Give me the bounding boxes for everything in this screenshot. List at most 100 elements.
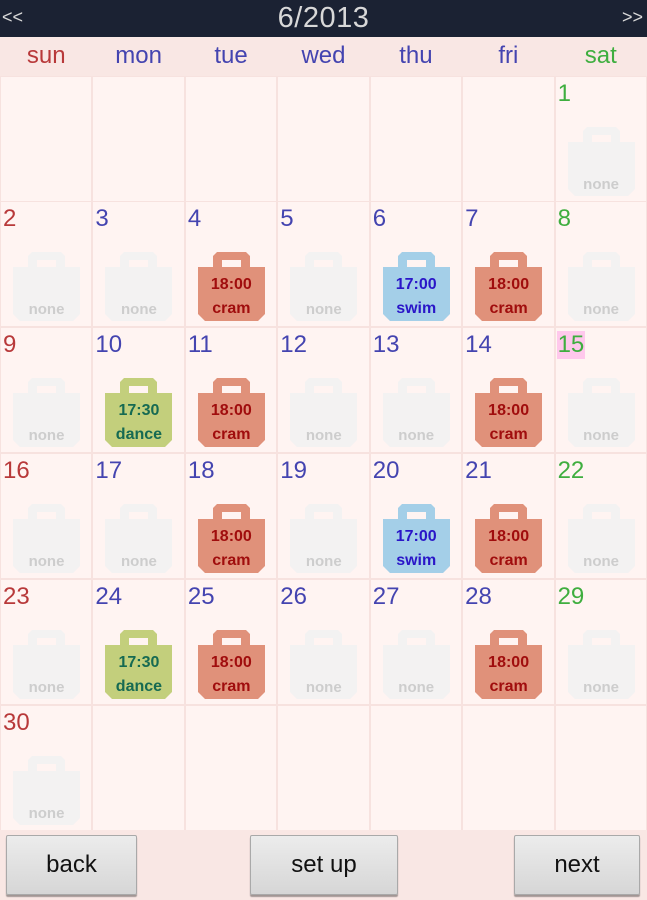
day-cell-21[interactable]: 21 18:00 cram xyxy=(463,454,554,578)
event-name: dance xyxy=(115,426,163,443)
empty-bag-icon: none xyxy=(382,630,450,699)
day-number: 8 xyxy=(557,205,571,232)
weekday-tue: tue xyxy=(214,42,248,69)
empty-cell xyxy=(278,77,369,201)
event-name: cram xyxy=(489,426,528,443)
event-bag-swim: 17:00 swim xyxy=(382,504,450,573)
day-cell-7[interactable]: 7 18:00 cram xyxy=(463,202,554,326)
event-name: cram xyxy=(489,552,528,569)
event-bag-cram: 18:00 cram xyxy=(475,378,543,447)
empty-cell xyxy=(370,77,462,201)
day-cell-12[interactable]: 12 none xyxy=(278,328,369,452)
event-time: 17:00 xyxy=(395,528,437,545)
none-label: none xyxy=(583,301,619,318)
day-number: 30 xyxy=(3,709,30,736)
day-cell-4[interactable]: 4 18:00 cram xyxy=(185,202,277,326)
weekday-sat: sat xyxy=(584,42,617,69)
day-cell-19[interactable]: 19 none xyxy=(278,454,369,578)
day-cell-20[interactable]: 20 17:00 swim xyxy=(370,454,462,578)
day-number: 5 xyxy=(280,205,294,232)
day-cell-26[interactable]: 26 none xyxy=(278,580,369,704)
day-number: 12 xyxy=(280,331,307,358)
none-label: none xyxy=(398,427,435,444)
month-header: << 6/2013 >> xyxy=(0,0,647,37)
day-cell-1[interactable]: 1 none xyxy=(555,77,646,201)
day-cell-2[interactable]: 2 none xyxy=(1,202,92,326)
empty-bag-icon: none xyxy=(290,630,358,699)
day-number: 22 xyxy=(557,457,585,484)
day-number: 2 xyxy=(3,205,17,232)
day-cell-14[interactable]: 14 18:00 cram xyxy=(463,328,554,452)
day-cell-8[interactable]: 8 none xyxy=(555,202,646,326)
event-time: 17:30 xyxy=(118,402,160,419)
day-cell-18[interactable]: 18 18:00 cram xyxy=(185,454,277,578)
day-cell-3[interactable]: 3 none xyxy=(93,202,184,326)
day-cell-6[interactable]: 6 17:00 swim xyxy=(370,202,462,326)
back-button[interactable]: back xyxy=(6,835,137,895)
event-time: 18:00 xyxy=(488,402,530,419)
event-bag-cram: 18:00 cram xyxy=(197,504,265,573)
day-cell-22[interactable]: 22 none xyxy=(555,454,646,578)
none-label: none xyxy=(28,427,65,444)
day-number: 26 xyxy=(280,583,307,610)
weekday-mon: mon xyxy=(115,42,162,69)
day-number: 9 xyxy=(3,331,17,358)
day-number: 10 xyxy=(95,331,123,358)
none-label: none xyxy=(305,553,342,570)
day-cell-28[interactable]: 28 18:00 cram xyxy=(463,580,554,704)
none-label: none xyxy=(121,553,157,570)
none-label: none xyxy=(121,301,157,318)
empty-bag-icon: none xyxy=(105,504,173,573)
event-bag-dance: 17:30 dance xyxy=(105,378,173,447)
day-cell-24[interactable]: 24 17:30 dance xyxy=(93,580,184,704)
day-cell-30[interactable]: 30 none xyxy=(1,706,92,830)
day-cell-16[interactable]: 16 none xyxy=(1,454,92,578)
day-cell-11[interactable]: 11 18:00 cram xyxy=(185,328,277,452)
bottom-toolbar: back set up next xyxy=(0,830,647,900)
day-cell-17[interactable]: 17 none xyxy=(93,454,184,578)
empty-bag-icon: none xyxy=(567,127,635,196)
event-time: 18:00 xyxy=(488,654,530,671)
day-cell-25[interactable]: 25 18:00 cram xyxy=(185,580,277,704)
day-number: 19 xyxy=(280,457,307,484)
none-label: none xyxy=(583,679,619,696)
empty-bag-icon: none xyxy=(290,504,358,573)
month-title: 6/2013 xyxy=(277,2,370,34)
day-cell-27[interactable]: 27 none xyxy=(370,580,462,704)
empty-bag-icon: none xyxy=(13,378,80,447)
day-cell-9[interactable]: 9 none xyxy=(1,328,92,452)
none-label: none xyxy=(305,427,342,444)
event-bag-cram: 18:00 cram xyxy=(475,252,543,321)
event-bag-cram: 18:00 cram xyxy=(197,630,265,699)
day-number: 16 xyxy=(3,457,30,484)
event-time: 18:00 xyxy=(488,276,530,293)
day-number: 27 xyxy=(372,583,400,610)
day-cell-10[interactable]: 10 17:30 dance xyxy=(93,328,184,452)
event-time: 18:00 xyxy=(488,528,530,545)
next-month-button[interactable]: >> xyxy=(622,7,643,28)
day-number: 11 xyxy=(187,331,213,358)
day-number: 15 xyxy=(556,331,586,359)
day-number: 4 xyxy=(187,205,202,232)
empty-cell xyxy=(463,77,554,201)
none-label: none xyxy=(583,427,619,444)
empty-cell xyxy=(278,706,369,830)
empty-bag-icon: none xyxy=(13,504,80,573)
none-label: none xyxy=(305,301,342,318)
day-cell-15[interactable]: 15 none xyxy=(555,328,646,452)
day-cell-29[interactable]: 29 none xyxy=(555,580,646,704)
event-time: 17:30 xyxy=(118,654,160,671)
setup-button[interactable]: set up xyxy=(250,835,398,895)
next-button[interactable]: next xyxy=(514,835,640,895)
event-time: 17:00 xyxy=(395,276,437,293)
day-number: 18 xyxy=(187,457,215,484)
event-bag-dance: 17:30 dance xyxy=(105,630,173,699)
none-label: none xyxy=(28,805,65,822)
empty-bag-icon: none xyxy=(13,756,80,825)
day-number: 14 xyxy=(465,331,492,358)
day-cell-5[interactable]: 5 none xyxy=(278,202,369,326)
day-cell-23[interactable]: 23 none xyxy=(1,580,92,704)
day-cell-13[interactable]: 13 none xyxy=(370,328,462,452)
event-bag-cram: 18:00 cram xyxy=(475,630,543,699)
event-name: cram xyxy=(212,552,251,569)
